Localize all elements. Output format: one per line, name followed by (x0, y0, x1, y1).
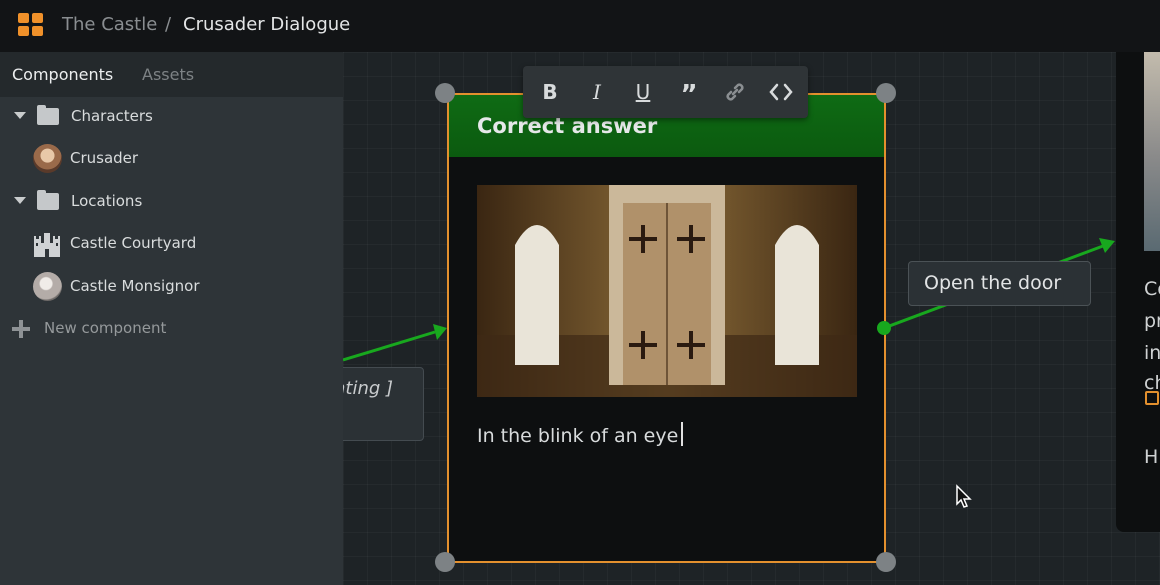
resize-handle-bottom-right[interactable] (876, 552, 896, 572)
caret-down-icon[interactable] (14, 112, 26, 119)
tree-label: Characters (71, 107, 153, 125)
castle-door-image (477, 185, 857, 397)
node-text-content: In the blink of an eye (477, 425, 679, 447)
tree-label: Crusader (70, 149, 139, 167)
breadcrumb-project[interactable]: The Castle (62, 14, 157, 35)
next-node-text: Co (1144, 278, 1160, 300)
quote-icon[interactable]: ” (675, 78, 703, 110)
folder-icon (37, 190, 59, 210)
flow-canvas[interactable]: nting ] Correct answer (343, 52, 1160, 585)
breadcrumb-separator: / (165, 14, 172, 35)
new-component-button[interactable]: New component (0, 309, 343, 349)
next-node-panel[interactable]: Co pr in ch H (1116, 52, 1160, 532)
node-text[interactable]: In the blink of an eye (477, 422, 684, 447)
next-node-text: in (1144, 342, 1160, 364)
dialogue-node[interactable]: Correct answer In the blink of an eye (447, 93, 886, 563)
sidebar-tabs: Components Assets (0, 52, 343, 97)
text-cursor (681, 422, 684, 446)
tree-label: Castle Courtyard (70, 234, 197, 252)
app-logo-icon[interactable] (18, 13, 44, 37)
tree-item-castle-monsignor[interactable]: Castle Monsignor (0, 267, 343, 307)
tree-folder-characters[interactable]: Characters (0, 97, 343, 137)
breadcrumb-current: Crusader Dialogue (183, 14, 351, 35)
resize-handle-top-left[interactable] (435, 83, 455, 103)
plus-icon (12, 320, 30, 338)
crusader-avatar (33, 144, 62, 173)
resize-handle-bottom-left[interactable] (435, 552, 455, 572)
next-node-text: H (1144, 446, 1159, 468)
tree-label: Locations (71, 192, 143, 210)
monsignor-avatar (33, 272, 62, 301)
choice-label: Open the door (924, 272, 1062, 294)
folder-icon (37, 105, 59, 125)
next-node-text: pr (1144, 310, 1160, 332)
bold-icon[interactable]: B (536, 78, 564, 106)
next-node-image (1144, 52, 1160, 251)
italic-icon[interactable]: I (583, 78, 611, 106)
tree-item-castle-courtyard[interactable]: Castle Courtyard (0, 224, 343, 264)
previous-choice-node[interactable]: nting ] (343, 367, 424, 441)
external-link-icon[interactable] (1145, 391, 1159, 405)
top-bar: The Castle / Crusader Dialogue (0, 0, 1160, 52)
caret-down-icon[interactable] (14, 197, 26, 204)
underline-icon[interactable]: U (629, 78, 657, 106)
tree-item-crusader[interactable]: Crusader (0, 139, 343, 179)
choice-node[interactable]: Open the door (908, 261, 1091, 306)
code-icon[interactable] (767, 78, 795, 106)
link-icon[interactable] (721, 78, 749, 106)
tree-label: Castle Monsignor (70, 277, 200, 295)
format-toolbar: B I U ” (523, 66, 808, 118)
tree-folder-locations[interactable]: Locations (0, 182, 343, 222)
output-port[interactable] (877, 321, 891, 335)
sidebar: Components Assets Characters Crusader Lo… (0, 52, 343, 585)
mouse-pointer-icon (956, 484, 972, 508)
previous-choice-text: nting ] (343, 378, 394, 399)
tab-assets[interactable]: Assets (142, 65, 194, 84)
new-component-label: New component (44, 319, 167, 337)
resize-handle-top-right[interactable] (876, 83, 896, 103)
castle-icon (34, 233, 60, 257)
tab-components[interactable]: Components (12, 65, 113, 84)
